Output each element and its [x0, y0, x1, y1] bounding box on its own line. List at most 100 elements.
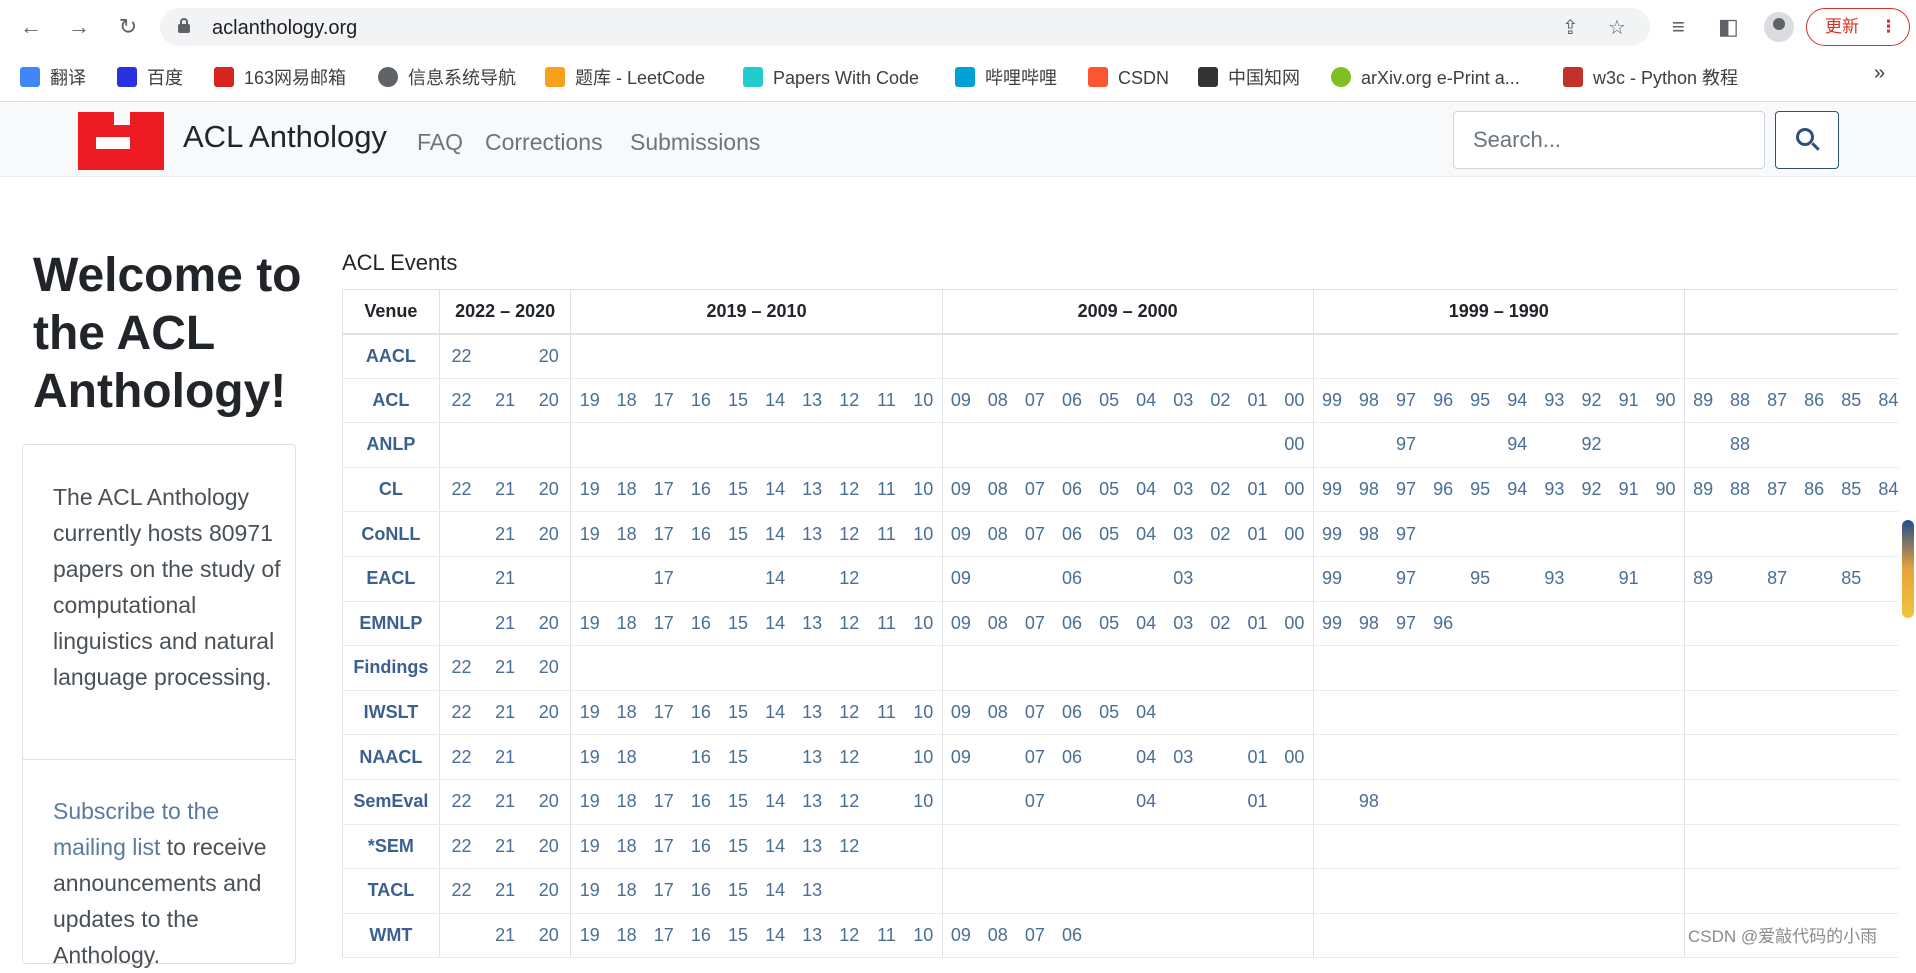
year-link[interactable]: 93 — [1535, 378, 1573, 424]
scrollbar[interactable] — [1902, 520, 1914, 618]
year-link[interactable]: 84 — [1869, 378, 1898, 424]
year-link[interactable]: 96 — [1424, 378, 1462, 424]
year-link[interactable]: 00 — [1276, 601, 1314, 647]
back-arrow-icon[interactable]: ← — [16, 12, 46, 42]
year-link[interactable]: 01 — [1238, 601, 1277, 647]
year-link[interactable]: 96 — [1424, 601, 1462, 647]
year-link[interactable]: 20 — [527, 378, 572, 424]
year-link[interactable]: 20 — [527, 824, 572, 870]
year-link[interactable]: 90 — [1647, 467, 1685, 513]
year-link[interactable]: 05 — [1090, 467, 1128, 513]
bookmark-item[interactable]: 百度 — [117, 65, 183, 91]
year-link[interactable]: 04 — [1127, 734, 1165, 780]
year-link[interactable]: 09 — [942, 601, 980, 647]
year-link[interactable]: 07 — [1016, 734, 1054, 780]
year-link[interactable]: 06 — [1053, 467, 1091, 513]
year-link[interactable]: 94 — [1498, 422, 1536, 468]
year-link[interactable]: 04 — [1127, 779, 1165, 825]
year-link[interactable]: 16 — [682, 734, 720, 780]
year-link[interactable]: 07 — [1016, 779, 1054, 825]
year-link[interactable]: 16 — [682, 824, 720, 870]
year-link[interactable]: 21 — [483, 645, 528, 691]
year-link[interactable]: 10 — [904, 511, 943, 557]
year-link[interactable]: 99 — [1313, 378, 1351, 424]
nav-faq[interactable]: FAQ — [417, 129, 463, 156]
year-link[interactable]: 12 — [830, 734, 868, 780]
year-link[interactable]: 17 — [645, 913, 683, 959]
year-link[interactable]: 11 — [867, 511, 905, 557]
year-link[interactable]: 95 — [1461, 378, 1499, 424]
year-link[interactable]: 05 — [1090, 690, 1128, 736]
year-link[interactable]: 08 — [979, 690, 1017, 736]
address-bar[interactable]: aclanthology.org ⇪ ☆ — [160, 8, 1650, 46]
bookmark-item[interactable]: CSDN — [1088, 65, 1169, 91]
year-link[interactable]: 13 — [793, 824, 831, 870]
year-link[interactable]: 17 — [645, 868, 683, 914]
year-link[interactable]: 09 — [942, 556, 980, 602]
year-link[interactable]: 87 — [1758, 467, 1796, 513]
year-link[interactable]: 13 — [793, 868, 831, 914]
year-link[interactable]: 12 — [830, 824, 868, 870]
year-link[interactable]: 18 — [608, 601, 646, 647]
year-link[interactable]: 02 — [1201, 601, 1239, 647]
year-link[interactable]: 94 — [1498, 467, 1536, 513]
venue-link[interactable]: Findings — [342, 645, 440, 691]
year-link[interactable]: 17 — [645, 467, 683, 513]
year-link[interactable]: 19 — [570, 868, 609, 914]
year-link[interactable]: 21 — [483, 824, 528, 870]
venue-link[interactable]: IWSLT — [342, 690, 440, 736]
year-link[interactable]: 05 — [1090, 511, 1128, 557]
year-link[interactable]: 16 — [682, 913, 720, 959]
venue-link[interactable]: *SEM — [342, 824, 440, 870]
year-link[interactable]: 18 — [608, 779, 646, 825]
year-link[interactable]: 10 — [904, 601, 943, 647]
year-link[interactable]: 19 — [570, 690, 609, 736]
venue-link[interactable]: ANLP — [342, 422, 440, 468]
year-link[interactable]: 22 — [439, 868, 484, 914]
year-link[interactable]: 11 — [867, 601, 905, 647]
year-link[interactable]: 15 — [719, 467, 757, 513]
chevron-right-icon[interactable]: » — [1874, 62, 1885, 85]
year-link[interactable]: 03 — [1164, 511, 1202, 557]
year-link[interactable]: 16 — [682, 868, 720, 914]
year-link[interactable]: 96 — [1424, 467, 1462, 513]
bookmark-item[interactable]: 翻译 — [20, 65, 86, 91]
year-link[interactable]: 18 — [608, 734, 646, 780]
year-link[interactable]: 13 — [793, 601, 831, 647]
year-link[interactable]: 87 — [1758, 378, 1796, 424]
year-link[interactable]: 13 — [793, 779, 831, 825]
year-link[interactable]: 13 — [793, 734, 831, 780]
venue-link[interactable]: SemEval — [342, 779, 440, 825]
year-link[interactable]: 14 — [756, 467, 794, 513]
bookmark-item[interactable]: Papers With Code — [743, 65, 919, 91]
year-link[interactable]: 16 — [682, 467, 720, 513]
year-link[interactable]: 02 — [1201, 467, 1239, 513]
profile-avatar[interactable] — [1764, 12, 1794, 42]
year-link[interactable]: 99 — [1313, 601, 1351, 647]
year-link[interactable]: 08 — [979, 601, 1017, 647]
year-link[interactable]: 08 — [979, 467, 1017, 513]
year-link[interactable]: 11 — [867, 378, 905, 424]
year-link[interactable]: 98 — [1350, 378, 1388, 424]
forward-arrow-icon[interactable]: → — [64, 12, 94, 42]
year-link[interactable]: 84 — [1869, 467, 1898, 513]
year-link[interactable]: 02 — [1201, 511, 1239, 557]
year-link[interactable]: 06 — [1053, 601, 1091, 647]
share-icon[interactable]: ⇪ — [1562, 15, 1579, 40]
side-panel-icon[interactable]: ◧ — [1718, 14, 1739, 40]
search-input[interactable]: Search... — [1453, 111, 1765, 169]
year-link[interactable]: 15 — [719, 734, 757, 780]
year-link[interactable]: 18 — [608, 467, 646, 513]
year-link[interactable]: 09 — [942, 690, 980, 736]
year-link[interactable]: 89 — [1684, 556, 1722, 602]
year-link[interactable]: 21 — [483, 779, 528, 825]
year-link[interactable]: 06 — [1053, 913, 1091, 959]
year-link[interactable]: 20 — [527, 690, 572, 736]
year-link[interactable]: 19 — [570, 511, 609, 557]
year-link[interactable]: 11 — [867, 467, 905, 513]
year-link[interactable]: 00 — [1276, 734, 1314, 780]
year-link[interactable]: 16 — [682, 378, 720, 424]
year-link[interactable]: 04 — [1127, 690, 1165, 736]
year-link[interactable]: 15 — [719, 378, 757, 424]
year-link[interactable]: 14 — [756, 913, 794, 959]
